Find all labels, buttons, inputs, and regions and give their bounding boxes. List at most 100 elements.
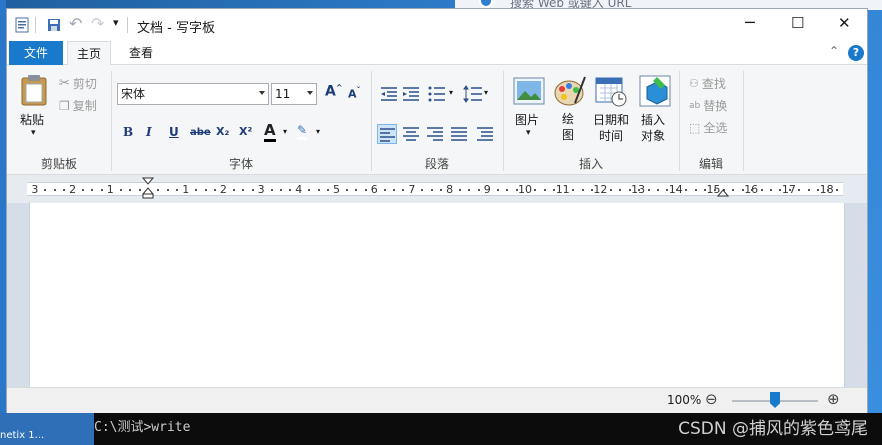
paste-dropdown-icon[interactable]: ▾: [31, 128, 36, 138]
picture-label[interactable]: 图片: [515, 111, 539, 128]
highlight-button[interactable]: ✎: [297, 123, 308, 140]
qat-customize-icon[interactable]: ▾: [113, 16, 119, 29]
tab-home[interactable]: 主页: [67, 41, 111, 65]
close-button[interactable]: ✕: [838, 14, 851, 32]
chevron-down-icon[interactable]: ▾: [283, 127, 287, 136]
calendar-clock-icon[interactable]: [595, 75, 627, 107]
font-family-select[interactable]: 宋体: [117, 83, 269, 105]
ruler-label: 11: [555, 183, 570, 196]
grow-font-icon[interactable]: A^: [325, 83, 343, 100]
redo-icon[interactable]: ↷: [91, 14, 104, 33]
bullet-list-icon[interactable]: [427, 84, 447, 104]
decrease-indent-icon[interactable]: [379, 84, 399, 104]
tab-view[interactable]: 查看: [119, 41, 163, 65]
copy-button[interactable]: ❐ 复制: [59, 97, 97, 114]
ruler-tick: [496, 189, 499, 191]
watermark: CSDN @捕风的紫色鸢尾: [678, 419, 868, 439]
scissors-icon: ✂: [59, 76, 70, 91]
paragraph-settings-icon[interactable]: [475, 124, 495, 144]
font-size-select[interactable]: 11: [271, 83, 317, 105]
font-color-button[interactable]: A: [264, 121, 276, 142]
chevron-down-icon[interactable]: ▾: [449, 88, 453, 97]
taskbar-label: netix 1...: [0, 430, 45, 441]
increase-indent-icon[interactable]: [401, 84, 421, 104]
align-left-icon[interactable]: [377, 124, 397, 144]
ruler-tick: [317, 189, 320, 191]
right-indent-marker-icon[interactable]: [717, 189, 729, 197]
insert-object-icon[interactable]: [639, 75, 671, 107]
paint-label[interactable]: 绘图: [562, 111, 576, 143]
zoom-out-button[interactable]: ⊖: [705, 390, 718, 408]
bold-button[interactable]: B: [123, 125, 133, 139]
ruler-tick: [515, 189, 518, 191]
ruler-tick: [647, 189, 650, 191]
object-label-line2[interactable]: 对象: [641, 127, 665, 144]
ruler-tick: [63, 189, 66, 191]
ruler-tick: [213, 189, 216, 191]
find-button[interactable]: ⚇ 查找: [689, 75, 726, 92]
chevron-down-icon[interactable]: ▾: [484, 88, 488, 97]
ruler-label: 9: [483, 183, 491, 196]
minimize-button[interactable]: ─: [745, 13, 755, 32]
tab-file[interactable]: 文件: [9, 41, 63, 65]
help-icon[interactable]: ?: [848, 45, 864, 61]
underline-button[interactable]: U: [169, 125, 179, 139]
save-icon[interactable]: [47, 18, 61, 32]
ruler-tick: [638, 189, 641, 191]
subscript-button[interactable]: X₂: [216, 125, 229, 138]
shrink-font-icon[interactable]: Aˇ: [348, 86, 361, 101]
chevron-down-icon[interactable]: ▾: [526, 128, 531, 138]
paint-palette-icon[interactable]: [553, 75, 587, 107]
ruler-label: 1: [182, 183, 190, 196]
justify-icon[interactable]: [449, 124, 469, 144]
zoom-in-button[interactable]: ⊕: [827, 390, 840, 408]
align-right-icon[interactable]: [425, 124, 445, 144]
ruler-tick: [100, 189, 103, 191]
ruler-tick: [590, 189, 593, 191]
zoom-slider-thumb[interactable]: [770, 392, 780, 408]
ruler-label: 2: [219, 183, 227, 196]
ruler[interactable]: 3 2 1 1 2 3 4 5 6 7 8 9 10 11 12 13 14 15 16 17 18: [7, 175, 867, 203]
ruler-tick: [242, 189, 245, 191]
ruler-tick: [609, 189, 612, 191]
paste-icon[interactable]: [19, 74, 49, 106]
binoculars-icon: ⚇: [689, 77, 699, 90]
cut-button[interactable]: ✂ 剪切: [59, 75, 97, 92]
indent-marker-icon[interactable]: [142, 177, 154, 199]
ruler-tick: [44, 189, 47, 191]
align-center-icon[interactable]: [401, 124, 421, 144]
datetime-label-line1[interactable]: 日期和: [593, 111, 629, 128]
undo-icon[interactable]: ↶: [69, 14, 82, 33]
ruler-label: 2: [69, 183, 77, 196]
paste-label[interactable]: 粘贴: [20, 111, 44, 128]
ruler-label: 1: [106, 183, 114, 196]
datetime-label-line2[interactable]: 时间: [599, 127, 623, 144]
ruler-label: 5: [333, 183, 340, 196]
ruler-tick: [506, 189, 509, 191]
superscript-button[interactable]: X²: [239, 125, 252, 138]
ruler-tick: [675, 189, 678, 191]
chevron-down-icon: [259, 91, 265, 95]
ribbon-collapse-icon[interactable]: ⌃: [829, 44, 839, 58]
strikethrough-button[interactable]: abe: [190, 127, 211, 138]
font-group-label: 字体: [228, 157, 253, 171]
ruler-tick: [383, 189, 386, 191]
document-area: [7, 203, 867, 387]
ruler-tick: [402, 189, 405, 191]
ruler-label: 12: [593, 183, 608, 196]
italic-button[interactable]: I: [146, 125, 152, 139]
clipboard-group-label: 剪贴板: [40, 157, 77, 171]
chevron-down-icon[interactable]: ▾: [316, 127, 320, 136]
line-spacing-icon[interactable]: [463, 84, 483, 104]
document-page[interactable]: [29, 203, 845, 387]
object-label-line1[interactable]: 插入: [641, 111, 665, 128]
maximize-button[interactable]: ☐: [791, 14, 804, 32]
ruler-label: 8: [446, 183, 454, 196]
replace-button[interactable]: ab 替换: [689, 97, 727, 114]
taskbar-start-area[interactable]: netix 1...: [0, 413, 94, 445]
wordpad-window: ↶ ↷ ▾ 文档 - 写字板 ─ ☐ ✕ 文件 主页 查看 ⌃ ? 粘贴 ▾ ✂…: [6, 8, 868, 413]
ruler-tick: [53, 189, 56, 191]
select-all-button[interactable]: ⬚ 全选: [689, 119, 727, 136]
picture-icon[interactable]: [513, 77, 545, 105]
ruler-tick: [732, 189, 735, 191]
